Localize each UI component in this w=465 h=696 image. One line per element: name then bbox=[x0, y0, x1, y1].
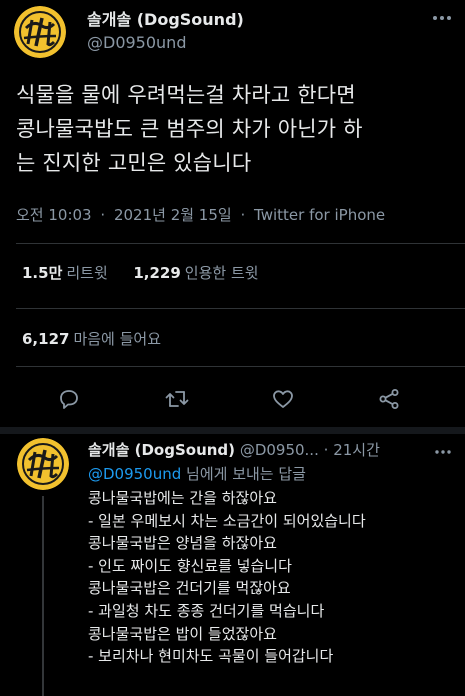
reply-text-line: 콩나물국밥은 양념을 하잖아요 bbox=[88, 534, 277, 553]
action-bar bbox=[0, 384, 465, 414]
tweet-meta: 오전 10:03 · 2021년 2월 15일 · Twitter for iP… bbox=[16, 204, 385, 225]
tweet-source[interactable]: Twitter for iPhone bbox=[254, 206, 385, 224]
likes-stat[interactable]: 6,127 마음에 들어요 bbox=[22, 328, 161, 349]
retweet-count: 1.5만 bbox=[22, 264, 63, 282]
reply-text-line: - 인도 짜이도 향신료를 넣습니다 bbox=[88, 556, 292, 575]
reply-text: 콩나물국밥에는 간을 하잖아요 - 일본 우메보시 차는 소금간이 되어있습니다… bbox=[88, 487, 458, 668]
retweet-label: 리트윗 bbox=[66, 264, 108, 282]
divider bbox=[16, 243, 465, 244]
more-options-icon[interactable] bbox=[434, 444, 452, 463]
reply-tweet[interactable]: 솔개솔 (DogSound) @D0950... · 21시간 @D0950un… bbox=[0, 434, 465, 696]
retweet-stat[interactable]: 1.5만 리트윗 bbox=[22, 264, 113, 282]
reply-text-line: - 일본 우메보시 차는 소금간이 되어있습니다 bbox=[88, 511, 366, 530]
reply-display-name[interactable]: 솔개솔 (DogSound) bbox=[88, 441, 235, 459]
replying-to-label: 님에게 보내는 답글 bbox=[181, 465, 306, 483]
divider bbox=[16, 366, 465, 367]
avatar-image bbox=[14, 6, 66, 58]
tweet-time[interactable]: 오전 10:03 bbox=[16, 206, 92, 224]
reply-body: 솔개솔 (DogSound) @D0950... · 21시간 @D0950un… bbox=[88, 440, 458, 668]
share-icon[interactable] bbox=[374, 384, 404, 414]
quote-label: 인용한 트윗 bbox=[184, 264, 259, 282]
replying-to: @D0950und 님에게 보내는 답글 bbox=[88, 463, 458, 485]
reply-icon[interactable] bbox=[54, 384, 84, 414]
reply-text-line: - 보리차나 현미차도 곡물이 들어갑니다 bbox=[88, 647, 334, 666]
tweet-header: 솔개솔 (DogSound) @D0950und bbox=[14, 6, 454, 62]
more-options-icon[interactable] bbox=[430, 10, 454, 26]
like-label: 마음에 들어요 bbox=[73, 330, 162, 348]
thread-line bbox=[42, 496, 44, 696]
like-icon[interactable] bbox=[268, 384, 298, 414]
tweet-text-line: 는 진지한 고민은 있습니다 bbox=[16, 151, 252, 175]
reply-text-line: 콩나물국밥에는 간을 하잖아요 bbox=[88, 489, 277, 507]
reply-handle[interactable]: @D0950... bbox=[240, 441, 319, 459]
reply-text-line: 콩나물국밥은 밥이 들었잖아요 bbox=[88, 624, 277, 643]
quote-stat[interactable]: 1,229 인용한 트윗 bbox=[133, 264, 258, 282]
avatar[interactable] bbox=[17, 438, 69, 490]
tweet-date[interactable]: 2021년 2월 15일 bbox=[114, 206, 232, 224]
like-count: 6,127 bbox=[22, 330, 70, 348]
reply-time[interactable]: 21시간 bbox=[333, 441, 380, 459]
display-name[interactable]: 솔개솔 (DogSound) bbox=[87, 10, 244, 30]
divider bbox=[16, 308, 465, 309]
author-block: 솔개솔 (DogSound) @D0950und bbox=[87, 10, 244, 54]
retweet-icon[interactable] bbox=[162, 384, 192, 414]
engagement-stats: 1.5만 리트윗 1,229 인용한 트윗 bbox=[22, 262, 259, 283]
mention-link[interactable]: @D0950und bbox=[88, 465, 181, 483]
handle[interactable]: @D0950und bbox=[87, 32, 244, 54]
avatar[interactable] bbox=[14, 6, 66, 58]
section-divider bbox=[0, 427, 465, 434]
meta-separator: · bbox=[240, 206, 246, 224]
reply-text-line: 콩나물국밥은 건더기를 먹잖아요 bbox=[88, 579, 291, 598]
avatar-image bbox=[17, 438, 69, 490]
quote-count: 1,229 bbox=[133, 264, 181, 282]
reply-text-line: - 과일청 차도 종종 건더기를 먹습니다 bbox=[88, 601, 325, 620]
tweet-text: 식물을 물에 우려먹는걸 차라고 한다면 콩나물국밥도 큰 범주의 차가 아닌가… bbox=[16, 78, 456, 180]
tweet-text-line: 식물을 물에 우려먹는걸 차라고 한다면 bbox=[16, 83, 356, 107]
tweet-text-line: 콩나물국밥도 큰 범주의 차가 아닌가 하 bbox=[16, 117, 363, 141]
reply-separator: · bbox=[323, 441, 329, 459]
reply-header: 솔개솔 (DogSound) @D0950... · 21시간 bbox=[88, 440, 458, 460]
meta-separator: · bbox=[100, 206, 106, 224]
